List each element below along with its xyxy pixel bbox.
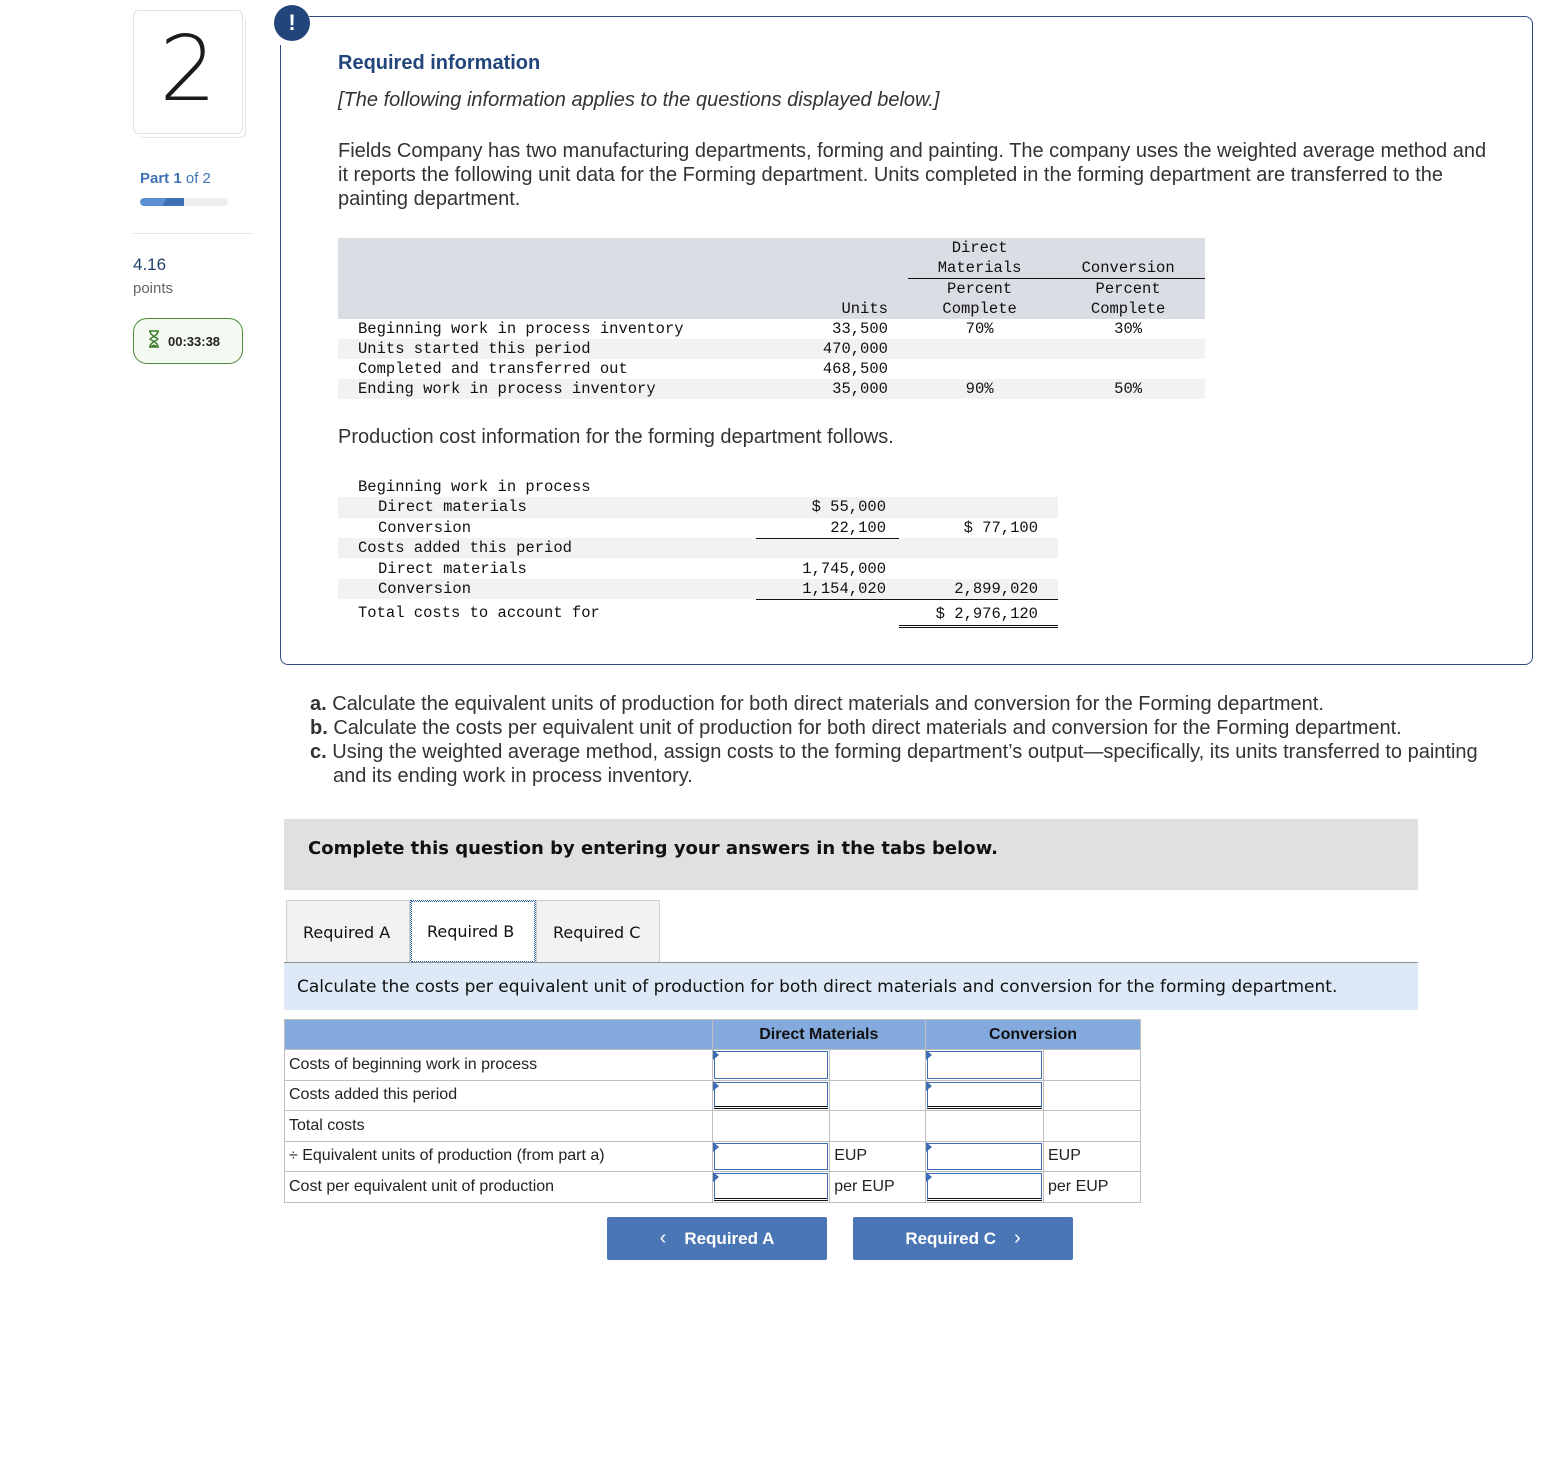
question-number-card: 2 [133,10,243,134]
cost-row: Conversion 1,154,020 2,899,020 [338,578,1058,600]
input-marker-icon [712,1080,719,1091]
tab-required-b[interactable]: Required B [410,900,536,963]
unit-data-table: Direct Materials Conversion Percent Perc… [338,238,1205,399]
chevron-left-icon: ‹ [659,1227,667,1249]
cost-row: Costs added this period [338,538,1058,559]
cost-total-row: Total costs to account for $ 2,976,120 [338,599,1058,628]
dm-header-top2: Materials [907,258,1052,279]
prev-button-label: Required A [684,1228,775,1248]
input-marker-icon [926,1050,933,1060]
conv-header-top: Conversion [1051,258,1205,279]
required-information-panel: Required information [The following info… [279,15,1533,665]
cost-row: Conversion 22,100 $ 77,100 [378,517,1038,539]
part-prefix: Part 1 [140,170,182,187]
part-progress-bar [140,198,228,206]
conv-eup-input[interactable] [927,1142,1042,1170]
banner-text: Complete this question by entering your … [308,838,998,859]
conv-eup-unit: EUP [1043,1140,1141,1172]
conv-beginning-wip-input[interactable] [927,1051,1042,1079]
alert-icon: ! [274,5,310,41]
dm-cost-per-eup-input[interactable] [713,1173,829,1201]
answer-row: Costs of beginning work in process [284,1049,1141,1081]
chevron-right-icon: › [1014,1227,1021,1249]
units-row: Completed and transferred out 468,500 [338,359,1205,379]
answer-row: ÷ Equivalent units of production (from p… [284,1140,1141,1172]
tab-required-c[interactable]: Required C [536,900,660,963]
tab-instruction-text: Calculate the costs per equivalent unit … [297,977,1338,997]
question-item: b. Calculate the costs per equivalent un… [310,717,1402,739]
next-required-c-button[interactable]: Required C › [853,1217,1073,1260]
answer-grid-header: Direct Materials Conversion [284,1019,1141,1050]
question-item: c. Using the weighted average method, as… [310,741,1478,787]
conversion-column-header: Conversion [925,1019,1141,1050]
cost-row: Direct materials 1,745,000 [378,559,886,578]
units-row: Ending work in process inventory 35,000 … [338,379,1205,399]
instructions-banner: Complete this question by entering your … [284,819,1418,890]
cost-row: Direct materials $ 55,000 [338,497,1058,518]
conv-total-costs-cell [925,1110,1044,1142]
units-row: Units started this period 470,000 [338,339,1205,359]
dm-header-sub1: Percent [947,280,1013,298]
question-item: a. Calculate the equivalent units of pro… [310,693,1324,715]
production-cost-table: Beginning work in process Direct materia… [338,477,1058,628]
dm-eup-input[interactable] [713,1142,829,1170]
points-value: 4.16 [133,255,167,274]
dm-eup-unit: EUP [829,1140,927,1172]
answer-row: Total costs [284,1110,1141,1142]
dm-per-eup-unit: per EUP [829,1171,927,1203]
conv-header-sub1: Percent [1095,280,1161,298]
dm-total-costs-cell [711,1110,831,1142]
units-header-row-1: Direct [338,238,1205,258]
cost-row: Beginning work in process [358,478,591,497]
part-suffix: of 2 [185,170,211,187]
dm-costs-added-input[interactable] [713,1081,829,1109]
answer-row: Cost per equivalent unit of production p… [284,1171,1141,1203]
tab-required-a[interactable]: Required A [286,900,410,963]
answer-row: Costs added this period [284,1079,1141,1111]
units-row: Beginning work in process inventory 33,5… [338,319,1205,339]
units-header-row-2: Materials Conversion [338,258,1205,279]
tab-instruction: Calculate the costs per equivalent unit … [284,962,1418,1010]
previous-required-a-button[interactable]: ‹ Required A [607,1217,827,1260]
next-button-label: Required C [905,1228,996,1248]
part-indicator: Part 1 of 2 [140,170,211,187]
answer-grid: Direct Materials Conversion Costs of beg… [284,1019,1141,1203]
input-marker-icon [926,1172,933,1182]
input-marker-icon [712,1172,719,1182]
dm-beginning-wip-input[interactable] [713,1051,829,1079]
sidebar-divider [133,233,253,234]
units-header: Units [841,300,888,318]
required-info-title: Required information [338,52,541,74]
problem-intro: Fields Company has two manufacturing dep… [338,140,1487,210]
question-list: a. Calculate the equivalent units of pro… [310,692,1480,788]
input-marker-icon [926,1141,933,1152]
conv-header-sub2: Complete [1090,300,1166,318]
dm-header-top1: Direct [951,239,1008,257]
question-number: 2 [159,17,217,122]
required-info-subtitle: [The following information applies to th… [338,89,940,111]
units-header-row-4: Units Complete Complete [338,299,1205,319]
timer-value: 00:33:38 [168,333,221,349]
production-cost-intro: Production cost information for the form… [338,426,894,448]
conv-per-eup-unit: per EUP [1043,1171,1141,1203]
input-marker-icon [712,1050,719,1060]
input-marker-icon [712,1141,719,1152]
required-tabs: Required A Required B Required C [286,900,660,963]
conv-costs-added-input[interactable] [927,1081,1042,1109]
points-label: points [133,280,174,297]
dm-column-header: Direct Materials [711,1019,927,1050]
timer[interactable]: 00:33:38 [133,318,243,364]
units-header-row-3: Percent Percent [338,278,1205,299]
conv-cost-per-eup-input[interactable] [927,1173,1042,1201]
hourglass-icon [148,329,160,353]
input-marker-icon [926,1080,933,1091]
part-progress-fill [140,198,184,206]
dm-header-sub2: Complete [942,300,1017,318]
